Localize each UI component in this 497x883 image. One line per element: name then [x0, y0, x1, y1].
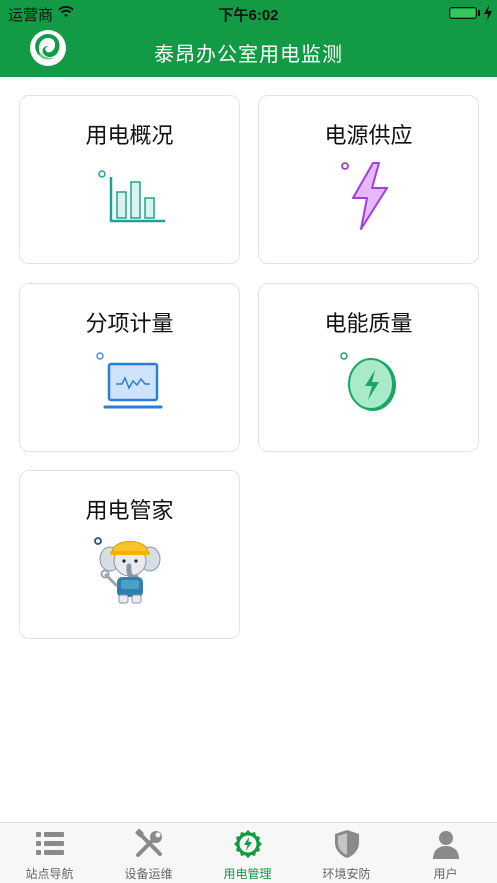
card-label: 电源供应 — [324, 123, 413, 148]
card-label: 分项计量 — [85, 311, 174, 336]
tools-icon — [134, 828, 162, 857]
app-header: 运营商 下午6:02 泰昂办公室用电监测 — [0, 0, 497, 77]
card-label: 用电管家 — [85, 498, 174, 523]
bar-chart-icon — [97, 170, 165, 223]
tab-site-navigation[interactable]: 站点导航 — [0, 823, 99, 883]
page-title: 泰昂办公室用电监测 — [154, 44, 343, 66]
status-bar: 运营商 下午6:02 — [0, 0, 497, 26]
card-power-supply[interactable]: 电源供应 — [258, 95, 479, 264]
gear-bolt-icon — [233, 830, 262, 858]
card-power-overview[interactable]: 用电概况 — [19, 95, 240, 264]
user-icon — [432, 831, 459, 859]
tab-label: 用户 — [433, 867, 458, 881]
tab-equipment-maintenance[interactable]: 设备运维 — [99, 823, 198, 883]
battery-icon — [449, 7, 477, 19]
tab-user[interactable]: 用户 — [396, 823, 495, 883]
tab-label: 环境安防 — [322, 867, 371, 881]
card-sub-metering[interactable]: 分项计量 — [19, 283, 240, 452]
battery-cap — [478, 10, 480, 16]
card-power-butler[interactable]: 用电管家 — [19, 470, 240, 639]
card-label: 电能质量 — [324, 311, 413, 336]
tab-environment-security[interactable]: 环境安防 — [297, 823, 396, 883]
tab-power-management[interactable]: 用电管理 — [198, 823, 297, 883]
tab-label: 站点导航 — [25, 867, 74, 881]
shield-icon — [334, 830, 359, 858]
monitor-waveform-icon — [95, 352, 162, 409]
charging-icon — [484, 5, 492, 21]
tab-bar: 站点导航 设备运维 用电管理 环境安防 用户 — [0, 822, 497, 883]
elephant-mascot-icon — [93, 537, 160, 604]
lightning-bolt-icon — [340, 162, 388, 230]
status-time: 下午6:02 — [218, 7, 279, 24]
card-power-quality[interactable]: 电能质量 — [258, 283, 479, 452]
energy-coin-icon — [339, 352, 396, 411]
tab-label: 用电管理 — [223, 867, 272, 881]
tab-label: 设备运维 — [124, 867, 173, 881]
card-label: 用电概况 — [85, 123, 174, 148]
list-icon — [35, 832, 64, 855]
